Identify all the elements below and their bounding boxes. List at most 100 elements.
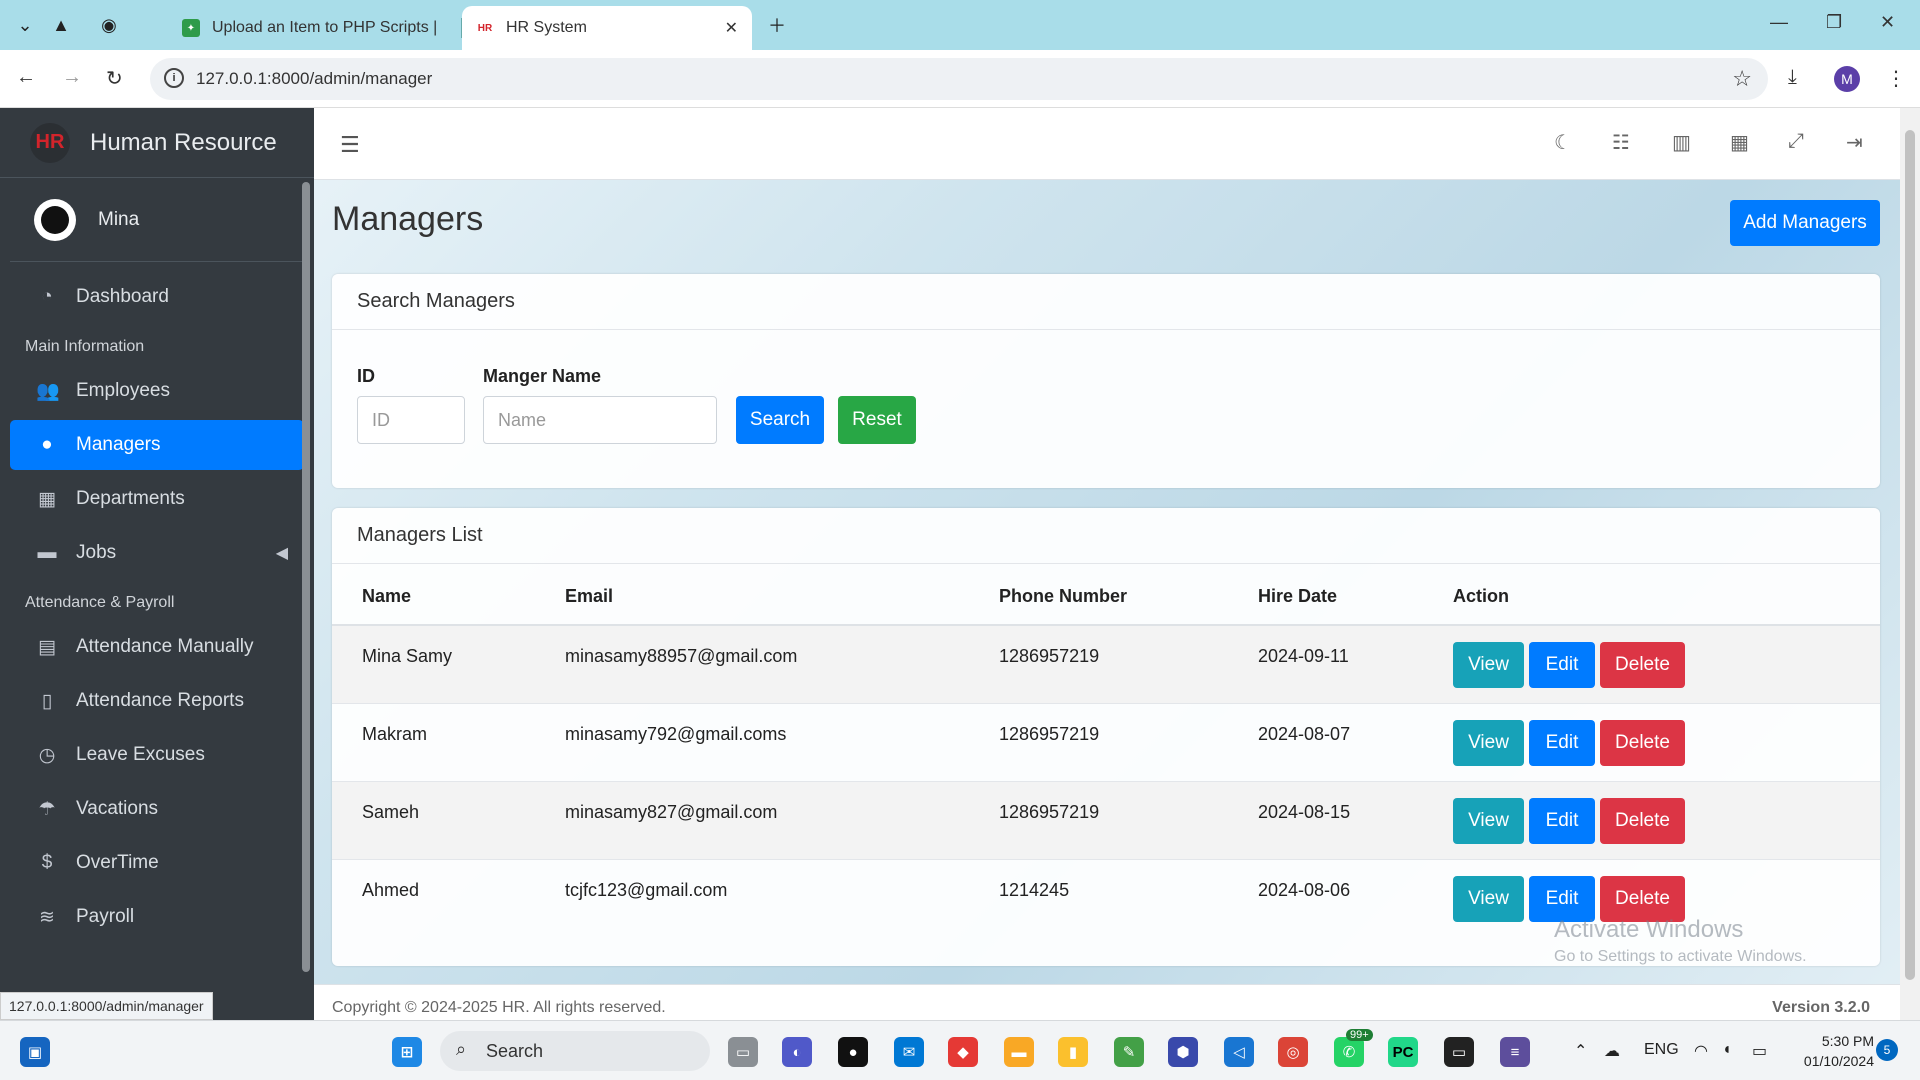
page-scrollbar[interactable]: [1900, 108, 1920, 1020]
table-row: Makram minasamy792@gmail.coms 1286957219…: [332, 704, 1880, 782]
cell-name: Sameh: [362, 802, 420, 822]
name-input[interactable]: Name: [483, 396, 717, 444]
dark-mode-moon-icon[interactable]: ☾: [1554, 130, 1572, 155]
tasks-list-icon[interactable]: ☷: [1612, 130, 1630, 155]
sidebar-item-attendance-reports[interactable]: ▯ Attendance Reports: [10, 676, 304, 726]
calendar-icon: ▤: [38, 636, 56, 658]
bookmark-star-icon[interactable]: ☆: [1732, 66, 1752, 92]
tab-hr-system[interactable]: HR HR System ✕: [462, 6, 752, 50]
hr-favicon-icon: HR: [477, 22, 493, 34]
calendar-nav-icon[interactable]: ▦: [1730, 130, 1749, 155]
sidebar-menu: ◔ Dashboard Main Information 👥 Employees…: [0, 262, 314, 942]
view-button[interactable]: View: [1453, 720, 1524, 766]
back-icon[interactable]: ←: [16, 66, 36, 89]
sidebar-item-attendance-manually[interactable]: ▤ Attendance Manually: [10, 622, 304, 672]
forward-icon[interactable]: →: [62, 66, 82, 89]
notification-badge[interactable]: 5: [1876, 1039, 1898, 1061]
task-view-icon[interactable]: ▭: [728, 1037, 758, 1067]
windows-start-icon[interactable]: ⊞: [392, 1037, 422, 1067]
widgets-icon[interactable]: ▣: [20, 1037, 50, 1067]
scrollbar-thumb[interactable]: [1905, 130, 1915, 980]
view-button[interactable]: View: [1453, 798, 1524, 844]
edit-button[interactable]: Edit: [1529, 798, 1595, 844]
file-explorer-icon[interactable]: ▬: [1004, 1037, 1034, 1067]
close-tab-icon[interactable]: ✕: [725, 18, 738, 38]
edit-button[interactable]: Edit: [1529, 642, 1595, 688]
url-input[interactable]: i 127.0.0.1:8000/admin/manager ☆: [150, 58, 1768, 100]
sidebar-scrollbar[interactable]: [302, 182, 310, 972]
power-bi-icon[interactable]: ▮: [1058, 1037, 1088, 1067]
sidebar-item-leave-excuses[interactable]: ◷ Leave Excuses: [10, 730, 304, 780]
view-button[interactable]: View: [1453, 876, 1524, 922]
building-icon: ▦: [38, 488, 56, 510]
restore-icon[interactable]: ❐: [1826, 12, 1842, 33]
tab-upload[interactable]: ✦ Upload an Item to PHP Scripts |: [168, 6, 462, 50]
new-tab-icon[interactable]: ＋: [764, 12, 790, 38]
sidebar-item-jobs[interactable]: ▬ Jobs ◀: [10, 528, 304, 578]
minimize-icon[interactable]: —: [1770, 12, 1788, 33]
delete-button[interactable]: Delete: [1600, 798, 1685, 844]
add-managers-button[interactable]: Add Managers: [1730, 200, 1880, 246]
profile-avatar[interactable]: M: [1834, 66, 1860, 92]
chrome-icon[interactable]: ◎: [1278, 1037, 1308, 1067]
tab-list-icon[interactable]: ⌄: [12, 12, 38, 38]
hamburger-menu-icon[interactable]: ☰: [340, 132, 360, 158]
umbrella-beach-icon: ☂: [38, 798, 56, 820]
security-app-icon[interactable]: ⬢: [1168, 1037, 1198, 1067]
sidebar-item-departments[interactable]: ▦ Departments: [10, 474, 304, 524]
github-tab-icon[interactable]: ◉: [96, 12, 122, 38]
tray-chevron-icon[interactable]: ⌃: [1574, 1041, 1587, 1061]
browser-menu-icon[interactable]: ⋮: [1886, 66, 1906, 91]
battery-icon[interactable]: ▭: [1752, 1041, 1767, 1061]
search-managers-card: Search Managers ID Manger Name ID Name S…: [332, 274, 1880, 488]
url-text: 127.0.0.1:8000/admin/manager: [196, 69, 433, 88]
pycharm-icon[interactable]: PC: [1388, 1037, 1418, 1067]
app-window-icon[interactable]: ≡: [1500, 1037, 1530, 1067]
logout-icon[interactable]: ⇥: [1846, 130, 1863, 155]
chart-bar-icon[interactable]: ▥: [1672, 130, 1691, 155]
fullscreen-icon[interactable]: ⤢: [1788, 130, 1804, 153]
search-button[interactable]: Search: [736, 396, 824, 444]
clock-date: 01/10/2024: [1803, 1053, 1874, 1069]
mail-icon[interactable]: ✉: [894, 1037, 924, 1067]
activate-windows-subtext: Go to Settings to activate Windows.: [1554, 948, 1807, 965]
app-icon[interactable]: ✎: [1114, 1037, 1144, 1067]
search-card-title: Search Managers: [332, 274, 1880, 330]
anydesk-icon[interactable]: ◆: [948, 1037, 978, 1067]
site-info-icon[interactable]: i: [164, 68, 184, 88]
reload-icon[interactable]: ↻: [106, 66, 123, 91]
sidebar-item-vacations[interactable]: ☂ Vacations: [10, 784, 304, 834]
reset-button[interactable]: Reset: [838, 396, 916, 444]
volume-icon[interactable]: ◖: [1722, 1041, 1732, 1059]
onedrive-cloud-icon[interactable]: ☁: [1604, 1041, 1620, 1061]
taskbar-clock[interactable]: 5:30 PM 01/10/2024: [1790, 1031, 1874, 1071]
sidebar-item-dashboard[interactable]: ◔ Dashboard: [10, 272, 304, 322]
whatsapp-badge: 99+: [1346, 1029, 1373, 1041]
view-button[interactable]: View: [1453, 642, 1524, 688]
edit-button[interactable]: Edit: [1529, 720, 1595, 766]
brand-link[interactable]: HR Human Resource: [0, 108, 314, 178]
dashboard-icon: ◔: [41, 286, 53, 307]
download-icon[interactable]: ⤓: [1788, 66, 1797, 89]
delete-button[interactable]: Delete: [1600, 642, 1685, 688]
terminal-icon[interactable]: ▭: [1444, 1037, 1474, 1067]
taskbar-search[interactable]: ⌕ Search: [440, 1031, 710, 1071]
sidebar-item-label: Payroll: [76, 906, 135, 927]
id-input[interactable]: ID: [357, 396, 465, 444]
sidebar-item-employees[interactable]: 👥 Employees: [10, 366, 304, 416]
wifi-icon[interactable]: ◠: [1694, 1041, 1708, 1061]
whatsapp-icon[interactable]: ✆: [1334, 1037, 1364, 1067]
teams-icon[interactable]: ◐: [782, 1037, 812, 1067]
language-indicator[interactable]: ENG: [1644, 1041, 1679, 1059]
sidebar-item-managers[interactable]: ● Managers: [10, 420, 304, 470]
pinned-tab-icon[interactable]: ▲: [48, 12, 74, 38]
sidebar-item-label: Jobs: [76, 542, 117, 563]
sidebar-item-payroll[interactable]: ≋ Payroll: [10, 892, 304, 942]
close-window-icon[interactable]: ✕: [1880, 12, 1895, 33]
vscode-icon[interactable]: ◁: [1224, 1037, 1254, 1067]
record-icon[interactable]: ●: [838, 1037, 868, 1067]
cell-phone: 1286957219: [999, 646, 1100, 666]
sidebar-item-overtime[interactable]: $ OverTime: [10, 838, 304, 888]
delete-button[interactable]: Delete: [1600, 720, 1685, 766]
user-panel[interactable]: Mina: [10, 178, 304, 262]
